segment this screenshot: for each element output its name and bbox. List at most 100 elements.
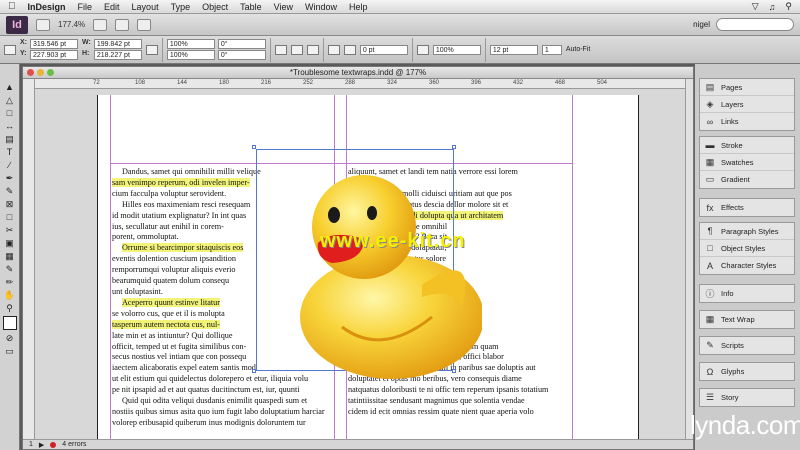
gap-field[interactable]: 12 pt — [489, 44, 538, 55]
line-tool-icon[interactable]: ∕ — [3, 160, 17, 170]
eyedropper-tool-icon[interactable]: ✏ — [3, 277, 17, 287]
preflight-status[interactable]: 4 errors — [62, 441, 86, 448]
frame-handle[interactable] — [452, 369, 456, 373]
apple-icon[interactable]:  — [8, 1, 16, 12]
direct-selection-tool-icon[interactable]: △ — [3, 95, 17, 105]
rubber-duck-image[interactable] — [272, 167, 482, 387]
h-field[interactable]: 218.227 pt — [93, 50, 142, 60]
w-field[interactable]: 199.842 pt — [93, 39, 142, 49]
panel-stroke[interactable]: ▬ Stroke — [700, 137, 794, 154]
frame-handle[interactable] — [452, 145, 456, 149]
panel-pages[interactable]: ▤ Pages — [700, 79, 794, 96]
type-tool-icon[interactable]: T — [3, 147, 17, 157]
menu-help[interactable]: Help — [349, 2, 368, 12]
duck-eye — [367, 206, 377, 220]
y-field[interactable]: 227.903 pt — [30, 50, 78, 60]
fill-stroke-swatch-icon[interactable] — [2, 316, 17, 330]
rectangle-tool-icon[interactable]: □ — [3, 212, 17, 222]
panel-dock: ▤ Pages ◈ Layers ∞ Links ▬ Stroke ▦ Swatches … — [694, 64, 800, 450]
wifi-icon[interactable]: ▽ — [752, 1, 759, 12]
horizontal-ruler[interactable]: 72 108 144 180 216 252 288 324 360 396 4… — [35, 79, 691, 89]
vertical-scrollbar[interactable] — [685, 79, 693, 439]
pencil-tool-icon[interactable]: ✎ — [3, 186, 17, 196]
panel-story[interactable]: ☰ Story — [700, 389, 794, 406]
reference-point-icon[interactable] — [4, 44, 16, 55]
apply-none-icon[interactable]: ⊘ — [3, 333, 17, 343]
help-search-input[interactable] — [716, 18, 794, 31]
panel-character-styles[interactable]: A Character Styles — [700, 257, 794, 274]
zoom-tool-icon[interactable]: ⚲ — [3, 303, 17, 313]
bridge-button[interactable] — [36, 18, 50, 31]
rotate-field[interactable]: 0° — [217, 39, 266, 49]
scale-y-field[interactable]: 100% — [166, 50, 215, 60]
panel-info[interactable]: ⓘ Info — [700, 285, 794, 302]
workspace-switcher[interactable]: nigel — [693, 20, 710, 29]
menu-app[interactable]: InDesign — [28, 2, 66, 12]
content-collector-icon[interactable]: ▤ — [3, 134, 17, 144]
page-tool-icon[interactable]: □ — [3, 108, 17, 118]
flip-icon[interactable] — [290, 44, 303, 55]
close-icon[interactable] — [27, 69, 34, 76]
page-number[interactable]: 1 — [29, 441, 33, 448]
menu-layout[interactable]: Layout — [132, 2, 159, 12]
panel-scripts[interactable]: ✎ Scripts — [700, 337, 794, 354]
frame-handle[interactable] — [252, 369, 256, 373]
volume-icon[interactable]: ♫ — [769, 2, 776, 12]
document-page[interactable]: Dandus, samet qui omnihilit millit veliq… — [97, 95, 639, 439]
scissors-tool-icon[interactable]: ✂ — [3, 225, 17, 235]
panel-swatches[interactable]: ▦ Swatches — [700, 154, 794, 171]
panel-effects[interactable]: fx Effects — [700, 199, 794, 216]
zoom-level[interactable]: 177.4% — [58, 20, 85, 29]
panel-gradient[interactable]: ▭ Gradient — [700, 171, 794, 188]
fill-swatch-icon[interactable] — [327, 44, 340, 55]
x-field[interactable]: 319.546 pt — [30, 39, 78, 49]
zoom-icon[interactable] — [47, 69, 54, 76]
panel-object-styles[interactable]: □ Object Styles — [700, 240, 794, 257]
vertical-ruler[interactable] — [23, 79, 35, 439]
minimize-icon[interactable] — [37, 69, 44, 76]
menu-window[interactable]: Window — [305, 2, 337, 12]
menu-type[interactable]: Type — [171, 2, 191, 12]
menu-file[interactable]: File — [78, 2, 93, 12]
effects-icon[interactable] — [416, 44, 429, 55]
panel-links[interactable]: ∞ Links — [700, 113, 794, 130]
panel-layers[interactable]: ◈ Layers — [700, 96, 794, 113]
pasteboard[interactable]: Dandus, samet qui omnihilit millit veliq… — [35, 89, 691, 439]
view-options-button[interactable] — [93, 18, 108, 31]
gap-tool-icon[interactable]: ↔ — [3, 121, 17, 131]
search-icon[interactable]: ⚲ — [785, 1, 792, 12]
gradient-tool-icon[interactable]: ▦ — [3, 251, 17, 261]
panel-text-wrap[interactable]: ▦ Text Wrap — [700, 311, 794, 328]
menu-bar:  InDesign File Edit Layout Type Object … — [0, 0, 800, 14]
opacity-field[interactable]: 100% — [432, 44, 481, 55]
menu-object[interactable]: Object — [202, 2, 228, 12]
select-container-icon[interactable] — [306, 44, 319, 55]
stroke-swatch-icon[interactable] — [343, 44, 356, 55]
panel-paragraph-styles[interactable]: ¶ Paragraph Styles — [700, 223, 794, 240]
free-transform-tool-icon[interactable]: ▣ — [3, 238, 17, 248]
page-nav-icon[interactable]: ▶ — [39, 441, 44, 449]
pen-tool-icon[interactable]: ✒ — [3, 173, 17, 183]
selection-tool-icon[interactable]: ▲ — [3, 82, 17, 92]
constrain-proportions-icon[interactable] — [145, 44, 158, 55]
shear-field[interactable]: 0° — [217, 50, 266, 60]
menu-view[interactable]: View — [274, 2, 293, 12]
arrange-documents-button[interactable] — [137, 18, 152, 31]
menu-table[interactable]: Table — [240, 2, 262, 12]
document-title-bar: *Troublesome textwraps.indd @ 177% — [23, 67, 693, 79]
screen-mode-icon[interactable]: ▭ — [3, 346, 17, 356]
hand-tool-icon[interactable]: ✋ — [3, 290, 17, 300]
autofit-checkbox[interactable]: Auto-Fit — [566, 46, 591, 53]
rotate-icon[interactable] — [274, 44, 287, 55]
columns-field[interactable]: 1 — [541, 44, 562, 55]
menu-edit[interactable]: Edit — [104, 2, 120, 12]
text-line-content: Hilles eos maximeniam resci resequam — [122, 199, 251, 209]
panel-glyphs[interactable]: Ω Glyphs — [700, 363, 794, 380]
scale-x-field[interactable]: 100% — [166, 39, 215, 49]
rectangle-frame-tool-icon[interactable]: ⊠ — [3, 199, 17, 209]
screen-mode-button[interactable] — [115, 18, 130, 31]
note-tool-icon[interactable]: ✎ — [3, 264, 17, 274]
stroke-weight-field[interactable]: 0 pt — [359, 44, 408, 55]
frame-handle[interactable] — [252, 145, 256, 149]
control-panel: X: 319.546 pt Y: 227.903 pt W: 199.842 p… — [0, 36, 800, 64]
